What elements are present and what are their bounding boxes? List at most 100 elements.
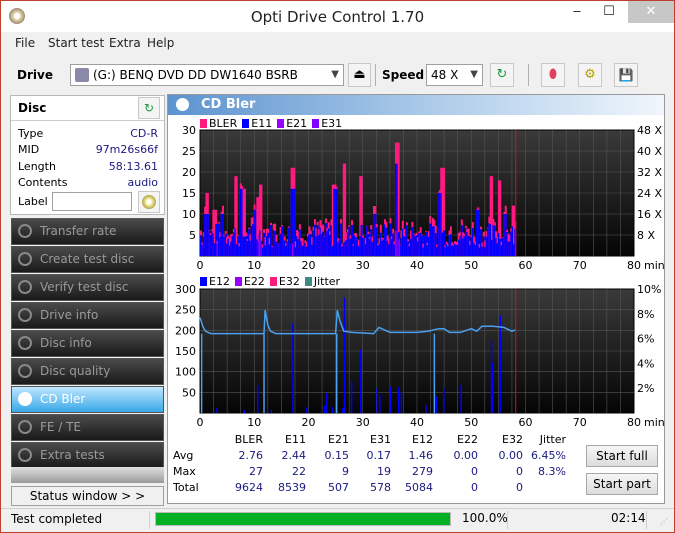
eject-button[interactable]: ⏏ (348, 63, 371, 87)
speed-select[interactable]: 48 X ▼ (426, 64, 483, 86)
disc-icon (18, 420, 32, 434)
status-bar: Test completed 100.0% 02:14 ⋰ (1, 508, 674, 532)
disc-icon (142, 195, 156, 209)
minimize-button[interactable]: ‒ (562, 1, 592, 23)
start-part-button[interactable]: Start part (586, 473, 658, 495)
stats-cell: 0 (471, 481, 478, 494)
resize-grip-icon[interactable]: ⋰ (660, 517, 668, 526)
close-button[interactable]: ✕ (628, 1, 674, 23)
nav-verify-test-disc[interactable]: Verify test disc (11, 274, 164, 301)
x-tick-label: 0 (197, 259, 204, 272)
stats-table: BLER E11 E21 E31 E12 E22 E32 Jitter Avg 2.76 2.44 0… (168, 431, 568, 495)
disc-icon (18, 364, 32, 378)
x-tick-label: 50 (464, 259, 478, 272)
nav-label: Disc info (40, 336, 92, 350)
e12-bar (331, 407, 334, 413)
label-input[interactable] (52, 192, 132, 211)
nav-label: Verify test disc (40, 280, 129, 294)
e21-e31-bar (216, 243, 218, 256)
menu-help[interactable]: Help (147, 36, 174, 50)
disc-panel: Disc ↻ Type CD-R MID 97m26s66f Length 58… (10, 95, 165, 215)
x-tick-label: 70 (573, 259, 587, 272)
x-tick-label: 60 (519, 259, 533, 272)
stats-cell: 279 (412, 465, 433, 478)
disc-icon (18, 392, 32, 406)
disc-contents-row: Contents audio (18, 176, 158, 192)
nav-extra-tests[interactable]: Extra tests (11, 442, 164, 469)
chevron-down-icon: ▼ (470, 69, 478, 80)
nav-disc-info[interactable]: Disc info (11, 330, 164, 357)
e12-bar (376, 388, 378, 413)
disc-icon (18, 336, 32, 350)
nav-label: Transfer rate (40, 224, 117, 238)
erase-button[interactable]: ⬮ (541, 63, 565, 87)
stats-header-e22: E22 (457, 433, 478, 446)
elapsed-time: 02:14 (611, 511, 646, 525)
disc-title: Disc (18, 101, 47, 115)
menu-bar: File Start test Extra Help (1, 32, 674, 54)
status-text: Test completed (11, 512, 103, 526)
nav-drive-info[interactable]: Drive info (11, 302, 164, 329)
nav-fe-te[interactable]: FE / TE (11, 414, 164, 441)
drive-select[interactable]: (G:) BENQ DVD DD DW1640 BSRB ▼ (70, 64, 344, 86)
menu-file[interactable]: File (15, 36, 35, 50)
x-tick-label: 30 (356, 259, 370, 272)
nav-create-test-disc[interactable]: Create test disc (11, 246, 164, 273)
x-tick-label: 70 (573, 416, 587, 429)
menu-extra[interactable]: Extra (109, 36, 141, 50)
status-divider (149, 511, 150, 529)
disc-mid-row: MID 97m26s66f (18, 143, 158, 159)
nav-cd-bler[interactable]: CD Bler (11, 386, 164, 413)
e12-bar (256, 385, 259, 413)
e12-bar (292, 323, 294, 413)
maximize-button[interactable]: ☐ (594, 1, 624, 23)
e12-bar (443, 388, 445, 413)
e12-bar (305, 407, 308, 413)
panel-title: CD Bler (201, 97, 256, 112)
status-window-button[interactable]: Status window > > (11, 486, 164, 506)
disc-icon (18, 448, 32, 462)
settings-button[interactable]: ⚙ (578, 63, 602, 87)
stats-cell: 0 (516, 481, 523, 494)
disc-refresh-button[interactable]: ↻ (138, 97, 160, 119)
x-tick-label: 80 (627, 259, 641, 272)
nav-transfer-rate[interactable]: Transfer rate (11, 218, 164, 245)
contents-key: Contents (18, 176, 68, 189)
x-tick-label: 30 (356, 416, 370, 429)
nav-label: CD Bler (40, 392, 86, 406)
jitter-tick-label: 2% (637, 382, 654, 395)
nav-label: Disc quality (40, 364, 111, 378)
jitter-tick-label: 8% (637, 308, 654, 321)
e12-bar (425, 404, 427, 413)
drive-label: Drive (17, 68, 53, 82)
e12-bar (400, 391, 403, 413)
y-tick-label: 20 (182, 166, 196, 179)
stats-row-label: Total (173, 481, 199, 494)
save-button[interactable]: 💾 (614, 63, 638, 87)
stats-row-label: Max (173, 465, 196, 478)
refresh-button[interactable]: ↻ (490, 63, 514, 87)
nav-label: FE / TE (40, 420, 82, 434)
start-full-button[interactable]: Start full (586, 445, 658, 467)
x-tick-label: 20 (302, 259, 316, 272)
disc-icon (18, 224, 32, 238)
panel-header: CD Bler (168, 95, 664, 115)
disc-header: Disc ↻ (11, 96, 164, 121)
speed-tick-label: 48 X (637, 124, 662, 137)
stats-header-jitter: Jitter (539, 433, 566, 446)
nav-disc-quality[interactable]: Disc quality (11, 358, 164, 385)
e21-e31-bar (397, 239, 399, 256)
write-label-button[interactable] (138, 191, 160, 213)
e12-bar (360, 349, 362, 413)
stats-cell: 6.45% (531, 449, 566, 462)
y-tick-label: 50 (182, 386, 196, 399)
x-tick-label: 20 (302, 416, 316, 429)
e12-bar (350, 381, 353, 413)
speed-tick-label: 16 X (637, 208, 662, 221)
stats-row-label: Avg (173, 449, 194, 462)
progress-bar (155, 512, 451, 526)
y-tick-label: 150 (175, 345, 196, 358)
x-tick-label: 80 (627, 416, 641, 429)
speed-tick-label: 32 X (637, 166, 662, 179)
menu-start-test[interactable]: Start test (48, 36, 104, 50)
